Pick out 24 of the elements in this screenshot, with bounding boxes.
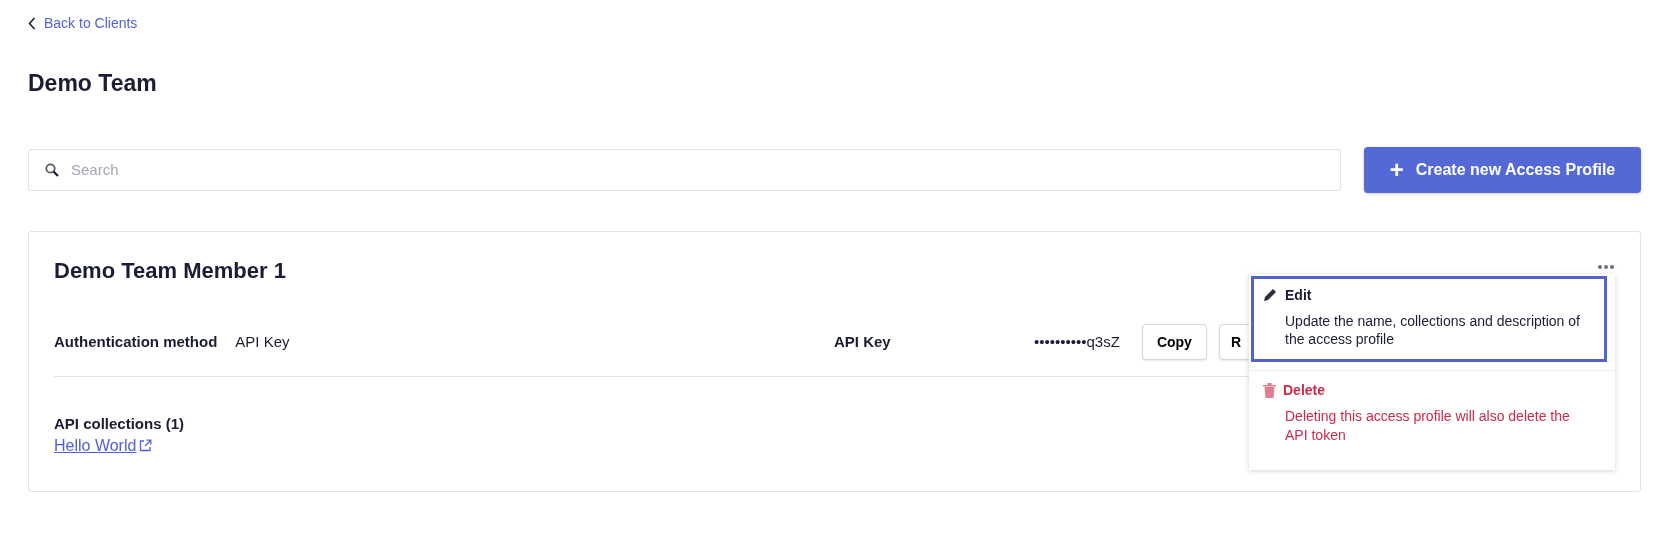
search-field[interactable]: Search [28,148,1341,191]
trash-icon [1263,382,1276,398]
menu-item[interactable]: Delete Deleting this access profile will also delete the API token [1251,371,1607,459]
create-profile-button[interactable]: + Create new Access Profile [1364,146,1641,193]
search-icon [45,162,59,177]
menu-item-label: Edit [1285,286,1312,303]
copy-button[interactable]: Copy [1141,323,1207,360]
menu-item[interactable]: Edit Update the name, collections and description of the access profile [1251,275,1607,363]
pencil-icon [1263,287,1278,302]
field-label: API Key [834,333,892,350]
collection-link[interactable]: Hello World [54,436,153,455]
chevron-left-icon [28,16,36,30]
profile-title: Demo Team Member 1 [54,257,286,284]
collections-heading: API collections (1) [54,414,185,432]
page-title: Demo Team [28,69,158,97]
back-link[interactable]: Back to Clients [28,15,138,31]
more-options-icon[interactable] [1598,264,1614,269]
field-value: API Key [235,333,290,350]
menu-item-description: Deleting this access profile will also delete the API token [1285,407,1571,446]
menu-item-label: Delete [1283,382,1326,399]
external-link-icon [139,439,153,452]
menu-item-description: Update the name, collections and description of the access profile [1285,311,1581,350]
field-label: Authentication method [54,333,218,350]
api-key-value: ••••••••••q3sZ [1034,333,1120,350]
